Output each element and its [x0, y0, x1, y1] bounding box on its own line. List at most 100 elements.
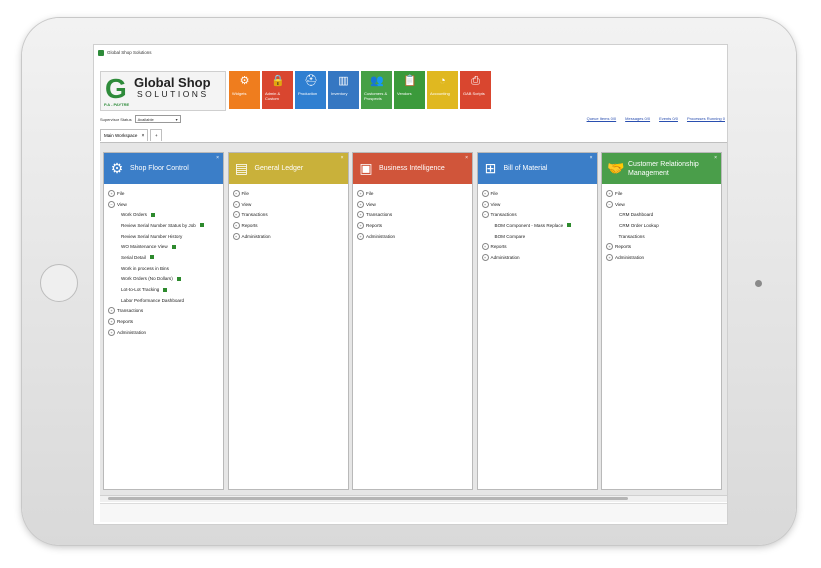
tree-item[interactable]: Review Serial Number History [108, 231, 219, 242]
collapse-icon[interactable]: − [606, 200, 613, 208]
tree-item[interactable]: + Transactions [232, 209, 344, 220]
ribbon-button-vendors[interactable]: 📋 Vendors [394, 71, 425, 109]
tree-item[interactable]: + View [357, 199, 468, 210]
expand-icon[interactable]: + [232, 221, 240, 229]
expand-icon[interactable]: + [108, 189, 115, 197]
tree-item[interactable]: + Reports [232, 220, 344, 231]
tree-item[interactable]: + Transactions [108, 306, 219, 317]
status-link[interactable]: Queue Items 0/0 [587, 116, 617, 121]
supervisor-status-select[interactable]: Available ▾ [134, 115, 181, 123]
tree-item[interactable]: + Reports [357, 220, 468, 231]
tree-item[interactable]: + File [481, 188, 593, 199]
expand-icon[interactable]: + [108, 307, 115, 315]
collapse-icon[interactable]: − [108, 200, 115, 208]
app-screen: Global Shop Solutions G Global Shop SOLU… [93, 44, 728, 525]
close-icon[interactable]: × [141, 133, 144, 139]
tree-item[interactable]: BOM Compare [482, 231, 593, 242]
collapse-icon[interactable]: − [481, 211, 489, 219]
tree-item[interactable]: + View [481, 199, 593, 210]
tree-item[interactable]: Review Serial Number Status by Job [108, 220, 219, 231]
tree-item[interactable]: Lot-to-Lot Tracking [108, 284, 219, 295]
tree-item-label: View [241, 201, 252, 207]
tree-item[interactable]: BOM Component - Mass Replace [482, 220, 593, 231]
ribbon-button-label: Production [298, 91, 318, 96]
ribbon-button-accounting[interactable]: ◔ Accounting [427, 71, 458, 109]
expand-icon[interactable]: + [232, 232, 240, 240]
tree-item[interactable]: Work Orders [108, 209, 219, 220]
tree-item[interactable]: + Administration [108, 327, 219, 338]
tree-item-label: File [366, 190, 374, 196]
tree-item[interactable]: + File [108, 188, 219, 199]
expand-icon[interactable]: + [357, 221, 364, 229]
tree-item[interactable]: Transactions [606, 231, 717, 242]
ribbon-button-label: Customers & Prospects [364, 91, 388, 101]
status-link[interactable]: Events 0/0 [659, 116, 678, 121]
tree-item[interactable]: + Reports [108, 316, 219, 327]
tree-item[interactable]: + File [232, 188, 344, 199]
panel-title: General Ledger [254, 165, 304, 172]
close-icon[interactable]: × [216, 155, 219, 161]
tree-item[interactable]: Work in process in Bins [108, 263, 219, 274]
expand-icon[interactable]: + [108, 318, 115, 326]
chart-board-icon: ▣ [359, 160, 373, 176]
tree-item[interactable]: + View [232, 199, 344, 210]
ribbon-button-customers-prospects[interactable]: 👥 Customers & Prospects [361, 71, 392, 109]
tab-main-workspace[interactable]: Main Workspace × [100, 129, 149, 141]
ribbon-button-production[interactable]: ⛑ Production [295, 71, 326, 109]
tree-item[interactable]: − View [606, 199, 717, 210]
expand-icon[interactable]: + [481, 243, 489, 251]
tree-item[interactable]: + Administration [481, 252, 593, 263]
tree-item[interactable]: + Transactions [357, 209, 468, 220]
module-panel: ▤ General Ledger × + File + View + Transactions +… [227, 152, 349, 490]
expand-icon[interactable]: + [481, 189, 489, 197]
ribbon-button-widgets[interactable]: ⚙ Widgets [229, 71, 260, 109]
add-tab-button[interactable]: + [150, 129, 163, 141]
tree-item-label: Administration [615, 254, 645, 260]
expand-icon[interactable]: + [606, 243, 613, 251]
tree-item[interactable]: WO Maintenance View [108, 241, 219, 252]
scrollbar-thumb[interactable] [108, 497, 628, 500]
supervisor-status: Supervisor Status Available ▾ [100, 114, 181, 124]
horizontal-scrollbar[interactable] [100, 495, 727, 502]
tree-item[interactable]: + Reports [606, 241, 717, 252]
tree-item[interactable]: Serial Detail [108, 252, 219, 263]
expand-icon[interactable]: + [357, 211, 364, 219]
close-icon[interactable]: × [465, 155, 468, 161]
expand-icon[interactable]: + [357, 189, 364, 197]
tree-item[interactable]: + File [357, 188, 468, 199]
close-icon[interactable]: × [341, 155, 344, 161]
expand-icon[interactable]: + [481, 253, 489, 261]
expand-icon[interactable]: + [357, 200, 364, 208]
expand-icon[interactable]: + [232, 200, 240, 208]
tree-item[interactable]: + Reports [481, 241, 593, 252]
ribbon-button-gab-scripts[interactable]: ⎙ GAB Scripts [460, 71, 491, 109]
tree-item[interactable]: + Administration [232, 231, 344, 242]
expand-icon[interactable]: + [606, 189, 613, 197]
ribbon-button-admin-custom[interactable]: 🔒 Admin & Custom [262, 71, 293, 109]
expand-icon[interactable]: + [108, 328, 115, 336]
tree-item[interactable]: + File [606, 188, 717, 199]
logo-line2: SOLUTIONS [137, 89, 209, 99]
tree-item-label: View [490, 201, 501, 207]
tree-item[interactable]: CRM Dashboard [606, 209, 717, 220]
tree-item[interactable]: + Administration [357, 231, 468, 242]
close-icon[interactable]: × [714, 155, 717, 161]
script-icon: ⎙ [471, 75, 480, 87]
tree-item[interactable]: + Administration [606, 252, 717, 263]
tree-item[interactable]: Labor Performance Dashboard [108, 295, 219, 306]
tree-item-label: Reports [117, 319, 134, 325]
expand-icon[interactable]: + [481, 200, 489, 208]
expand-icon[interactable]: + [232, 189, 240, 197]
expand-icon[interactable]: + [606, 253, 613, 261]
ribbon-button-inventory[interactable]: ▥ Inventory [328, 71, 359, 109]
tree-item[interactable]: − Transactions [481, 209, 593, 220]
status-link[interactable]: Messages 0/0 [625, 116, 650, 121]
status-link[interactable]: Processes Running 0 [687, 116, 725, 121]
expand-icon[interactable]: + [232, 211, 240, 219]
expand-icon[interactable]: + [357, 232, 364, 240]
tree-item[interactable]: Work Orders (No Dollars) [108, 274, 219, 285]
tree-item[interactable]: CRM Order Lookup [606, 220, 717, 231]
tree-item[interactable]: − View [108, 199, 219, 210]
close-icon[interactable]: × [590, 155, 593, 161]
tree-item-label: Administration [490, 254, 520, 260]
